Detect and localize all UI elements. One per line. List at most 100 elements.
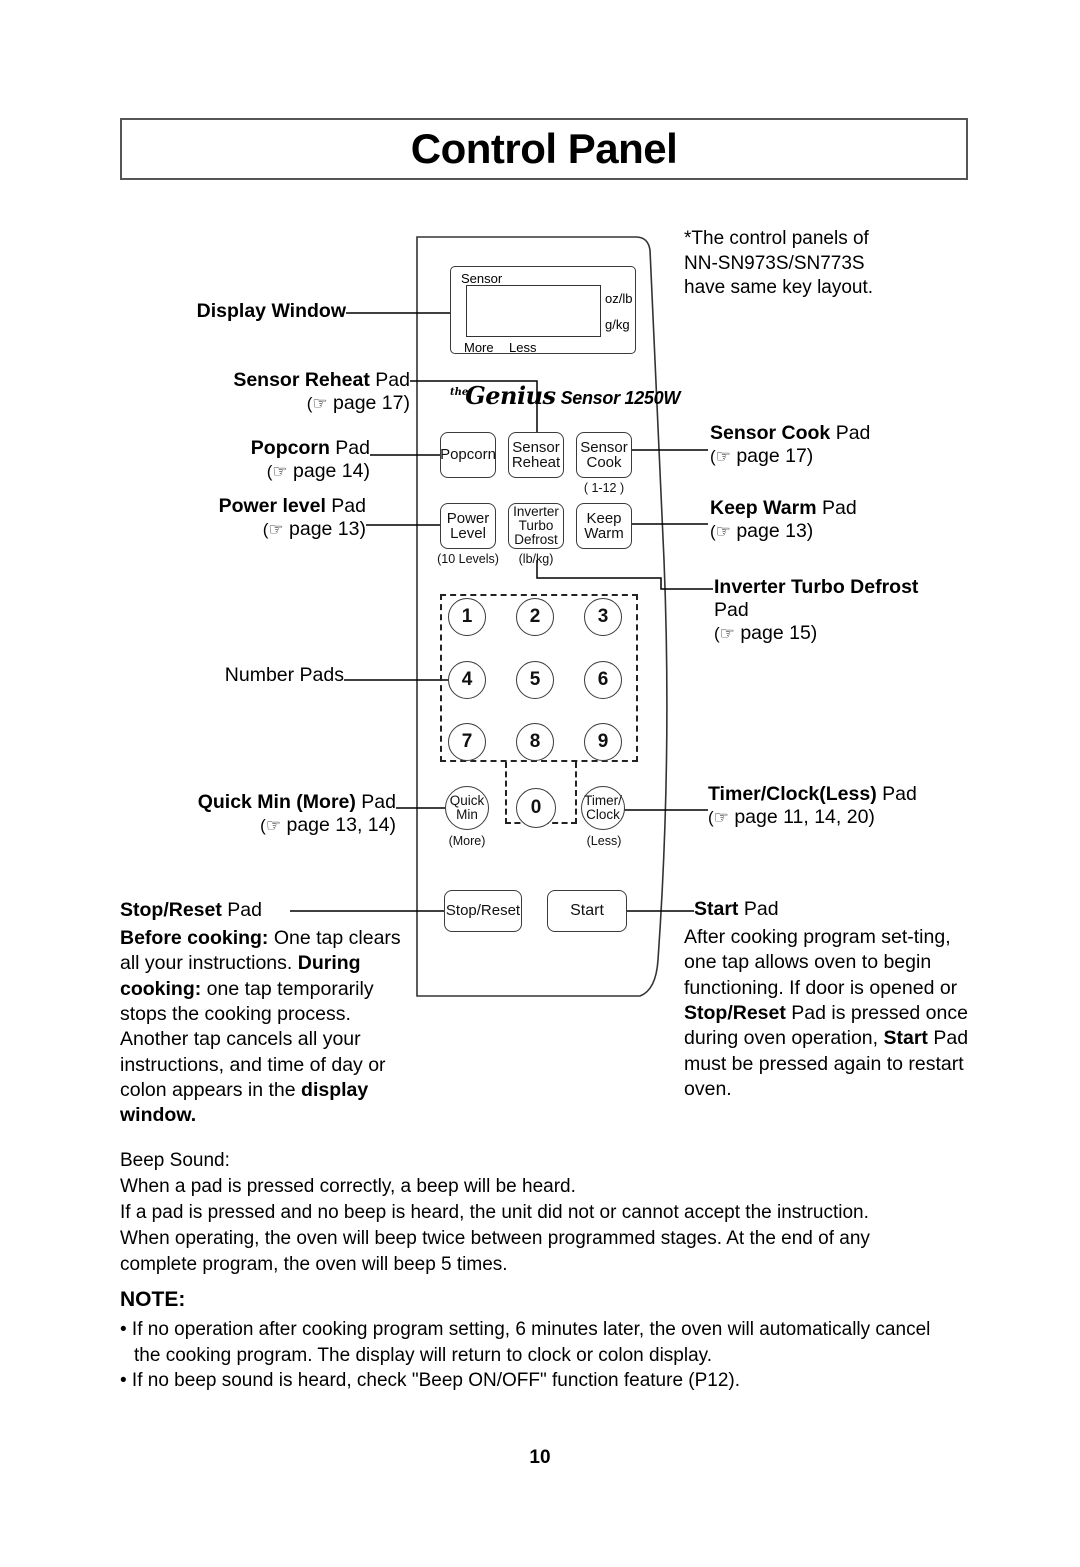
callout-sensor-cook-label: Sensor Cook: [710, 422, 831, 444]
number-key-0-label: 0: [530, 797, 542, 819]
timer-clock-key-label-line2: Clock: [586, 807, 620, 822]
brand-the-text: the: [450, 387, 469, 398]
quick-min-key-label-line1: Quick: [449, 793, 485, 809]
callout-quick-min-suffix: Pad: [355, 791, 396, 813]
callout-keep-warm: Keep Warm Pad (☞ page 13): [710, 497, 1010, 543]
callout-popcorn: Popcorn Pad (☞ page 14): [110, 437, 370, 483]
timer-clock-key-label-line1: Timer/: [584, 793, 622, 809]
power-level-key-label-line2: Level: [450, 525, 486, 542]
inverter-turbo-defrost-key[interactable]: Inverter Turbo Defrost: [508, 503, 564, 549]
pointing-hand-icon: (☞: [714, 623, 735, 643]
beep-sound-heading: Beep Sound:: [120, 1150, 230, 1171]
callout-sensor-reheat: Sensor Reheat Pad (☞ page 17): [110, 369, 410, 415]
power-level-key[interactable]: Power Level: [440, 503, 496, 549]
callout-power-level-ref: page 13): [283, 517, 366, 540]
callout-power-level: Power level Pad (☞ page 13): [110, 495, 366, 541]
stop-reset-key-label: Stop/Reset: [445, 902, 521, 920]
number-key-6[interactable]: 6: [584, 661, 622, 699]
beep-sound-line4: complete program, the oven will beep 5 t…: [120, 1254, 508, 1276]
inverter-turbo-defrost-key-label-line2: Turbo: [518, 518, 554, 534]
timer-clock-key-sublabel: (Less): [586, 834, 622, 848]
pointing-hand-icon: (☞: [710, 521, 731, 541]
page-title: Control Panel: [410, 125, 678, 172]
callout-display-window-label: Display Window: [196, 300, 346, 322]
number-key-0[interactable]: 0: [516, 788, 556, 828]
callout-stop-reset-suffix: Pad: [221, 899, 262, 921]
number-key-3[interactable]: 3: [584, 598, 622, 636]
display-more-indicator: More: [464, 340, 494, 355]
callout-inverter-turbo-defrost-ref: page 15): [734, 621, 818, 644]
brand-logo: the Genius Sensor 1250W: [448, 381, 680, 411]
callout-sensor-reheat-ref: page 17): [327, 391, 410, 414]
start-key[interactable]: Start: [547, 890, 627, 932]
callout-quick-min: Quick Min (More) Pad (☞ page 13, 14): [100, 791, 396, 837]
number-key-7-label: 7: [461, 731, 473, 753]
callout-inverter-turbo-defrost-label: Inverter Turbo Defrost: [714, 576, 919, 598]
number-key-8[interactable]: 8: [516, 723, 554, 761]
callout-inverter-turbo-defrost-suffix: Pad: [714, 598, 749, 621]
callout-start-title: Start Pad: [694, 898, 994, 921]
power-level-key-sublabel: (10 Levels): [437, 552, 499, 566]
start-key-label: Start: [570, 901, 604, 919]
sensor-cook-key[interactable]: Sensor Cook: [576, 432, 632, 478]
pointing-hand-icon: (☞: [710, 446, 731, 466]
number-key-1-label: 1: [461, 606, 473, 628]
note-heading: NOTE:: [120, 1288, 186, 1311]
stop-reset-description: Before cooking: One tap clears all your …: [120, 926, 416, 1129]
note-bullet-2-text: • If no beep sound is heard, check "Beep…: [120, 1370, 741, 1391]
note-bullet-2: • If no beep sound is heard, check "Beep…: [120, 1369, 1000, 1394]
callout-power-level-suffix: Pad: [325, 495, 366, 517]
number-key-4[interactable]: 4: [448, 661, 486, 699]
note-bullet-1: • If no operation after cooking program …: [120, 1317, 1000, 1369]
sensor-cook-key-sublabel: ( 1-12 ): [583, 481, 625, 495]
star-note-line1: *The control panels of: [684, 228, 869, 249]
callout-stop-reset-title: Stop/Reset Pad: [120, 899, 380, 922]
brand-sensor-model-text: Sensor 1250W: [560, 388, 681, 408]
power-level-key-label-line1: Power: [446, 509, 490, 527]
sensor-reheat-key[interactable]: Sensor Reheat: [508, 432, 564, 478]
callout-stop-reset-label: Stop/Reset: [120, 899, 222, 921]
number-key-1[interactable]: 1: [448, 598, 486, 636]
number-key-9[interactable]: 9: [584, 723, 622, 761]
inverter-turbo-defrost-key-label-line3: Defrost: [514, 531, 558, 547]
callout-timer-clock-suffix: Pad: [876, 783, 917, 805]
callout-quick-min-ref: page 13, 14): [281, 813, 396, 836]
sensor-cook-key-label-line2: Cook: [586, 454, 622, 471]
star-note-line3: have same key layout.: [684, 277, 874, 299]
display-less-indicator: Less: [509, 340, 537, 355]
callout-sensor-reheat-label: Sensor Reheat: [233, 369, 370, 391]
start-description-stop-reset-bold: Stop/Reset: [684, 1002, 786, 1025]
number-key-2[interactable]: 2: [516, 598, 554, 636]
keep-warm-key[interactable]: Keep Warm: [576, 503, 632, 549]
callout-sensor-cook-ref: page 17): [730, 444, 814, 467]
note-bullet-1-line1: • If no operation after cooking program …: [120, 1319, 931, 1340]
note-bullet-1-line2: the cooking program. The display will re…: [134, 1345, 713, 1367]
callout-display-window: Display Window: [110, 300, 346, 323]
number-key-4-label: 4: [461, 669, 473, 691]
number-key-7[interactable]: 7: [448, 723, 486, 761]
popcorn-key[interactable]: Popcorn: [440, 432, 496, 478]
start-description-start-bold: Start: [883, 1027, 928, 1050]
page-title-box: Control Panel: [120, 118, 968, 180]
number-key-9-label: 9: [597, 731, 609, 753]
beep-sound-line1: When a pad is pressed correctly, a beep …: [120, 1176, 576, 1198]
sensor-reheat-key-label-line2: Reheat: [511, 454, 561, 471]
beep-sound-line3: When operating, the oven will beep twice…: [120, 1228, 870, 1250]
callout-number-pads-label: Number Pads: [224, 664, 344, 686]
footer-page-number: 10: [529, 1447, 551, 1468]
callout-timer-clock-ref: page 11, 14, 20): [728, 805, 875, 828]
number-key-5[interactable]: 5: [516, 661, 554, 699]
popcorn-key-label: Popcorn: [440, 446, 496, 464]
inverter-turbo-defrost-key-label-line1: Inverter: [513, 504, 559, 520]
start-description: After cooking program set-ting, one tap …: [684, 925, 980, 1102]
stop-reset-key[interactable]: Stop/Reset: [444, 890, 522, 932]
star-note: *The control panels of NN-SN973S/SN773S …: [684, 227, 984, 301]
pointing-hand-icon: (☞: [708, 807, 729, 827]
pointing-hand-icon: (☞: [306, 393, 328, 413]
quick-min-key[interactable]: Quick Min: [445, 786, 489, 830]
stop-reset-before-label: Before cooking:: [120, 927, 269, 949]
callout-start-label: Start: [694, 898, 739, 920]
callout-inverter-turbo-defrost: Inverter Turbo Defrost Pad (☞ page 15): [714, 576, 1014, 644]
callout-keep-warm-ref: page 13): [730, 519, 814, 542]
timer-clock-key[interactable]: Timer/ Clock: [581, 786, 625, 830]
